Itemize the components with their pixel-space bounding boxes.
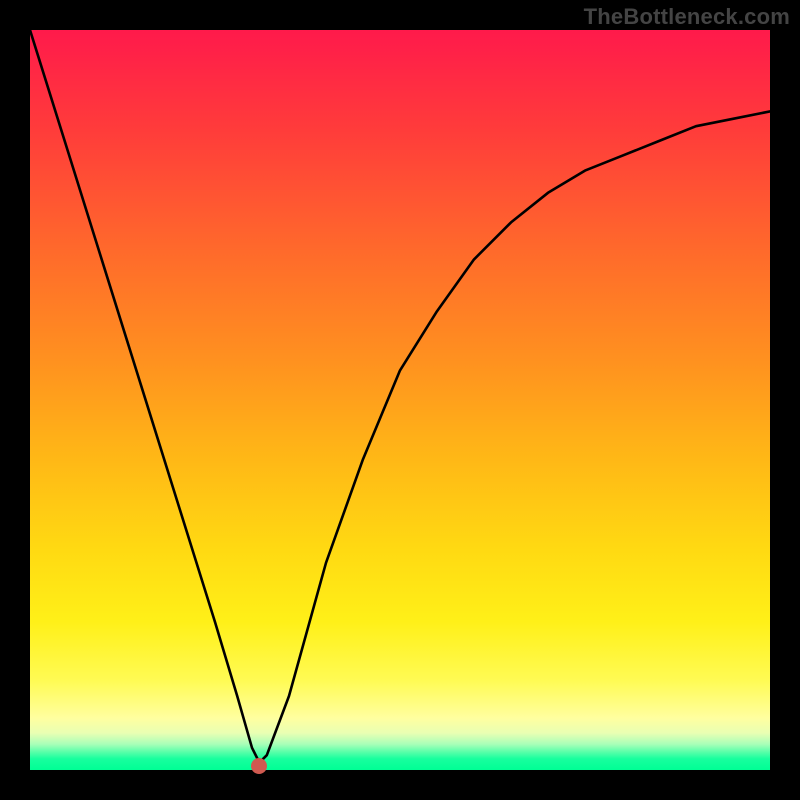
chart-frame: TheBottleneck.com — [0, 0, 800, 800]
bottleneck-curve — [30, 30, 770, 763]
minimum-marker — [251, 758, 267, 774]
curve-svg — [30, 30, 770, 770]
watermark-text: TheBottleneck.com — [584, 4, 790, 30]
